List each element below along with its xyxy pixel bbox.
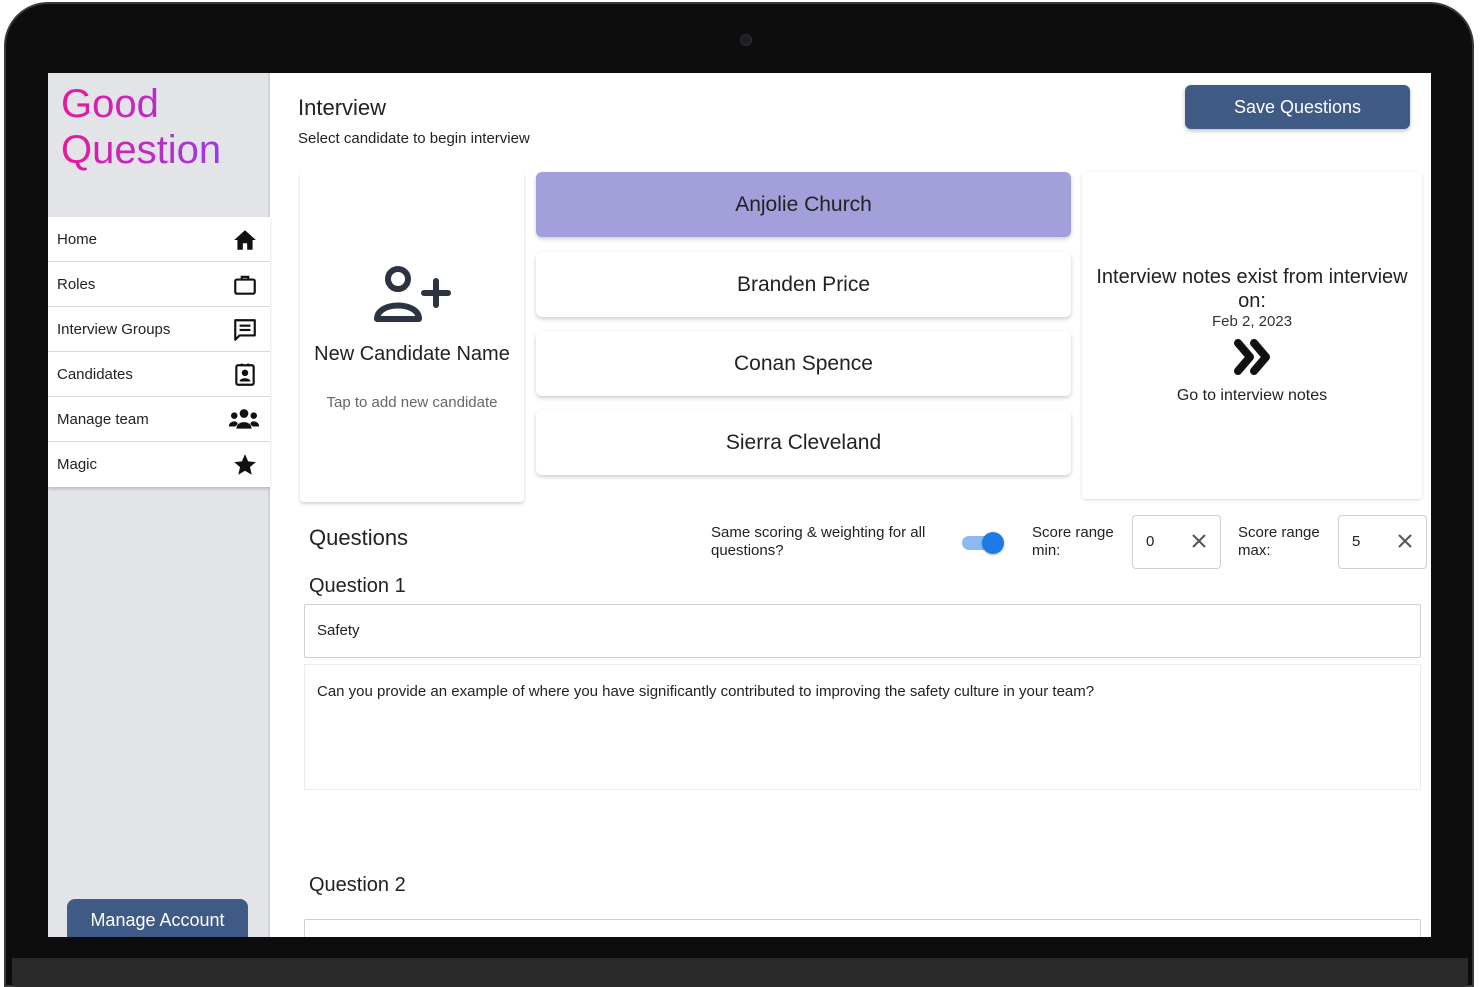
question-1-body-input[interactable]: Can you provide an example of where you …	[304, 664, 1421, 790]
app-logo: Good Question	[61, 81, 221, 173]
score-max-label: Score range max:	[1238, 524, 1320, 559]
sidebar-item-label: Home	[57, 230, 98, 248]
score-min-value: 0	[1146, 533, 1155, 550]
go-to-interview-notes-link[interactable]: Go to interview notes	[1082, 387, 1422, 405]
sidebar-item-manage-team[interactable]: Manage team	[48, 397, 270, 442]
sidebar-item-interview-groups[interactable]: Interview Groups	[48, 307, 270, 352]
new-candidate-card[interactable]: New Candidate Name Tap to add new candid…	[300, 172, 524, 502]
star-icon	[234, 454, 256, 475]
contact-card-icon	[235, 363, 255, 386]
sidebar-item-candidates[interactable]: Candidates	[48, 352, 270, 397]
sidebar-item-home[interactable]: Home	[48, 217, 270, 262]
question-2-title-input[interactable]	[304, 919, 1421, 937]
score-min-label: Score range min:	[1032, 524, 1114, 559]
sidebar: Good Question Home Roles Interview Group…	[48, 73, 270, 937]
same-scoring-label: Same scoring & weighting for all questio…	[711, 524, 926, 559]
toggle-knob	[982, 532, 1004, 554]
add-user-icon	[374, 266, 451, 322]
new-candidate-hint: Tap to add new candidate	[326, 394, 498, 411]
candidate-item-conan-spence[interactable]: Conan Spence	[536, 331, 1071, 396]
team-icon	[228, 409, 260, 429]
sidebar-item-label: Manage team	[57, 410, 149, 428]
logo-line-2: Question	[61, 128, 222, 172]
briefcase-icon	[234, 275, 256, 295]
home-icon	[234, 230, 256, 250]
sidebar-item-magic[interactable]: Magic	[48, 442, 270, 487]
score-max-value: 5	[1352, 533, 1361, 550]
sidebar-item-label: Candidates	[57, 365, 133, 383]
double-chevron-right-icon[interactable]	[1234, 339, 1274, 375]
save-questions-button[interactable]: Save Questions	[1185, 85, 1410, 129]
sidebar-item-label: Magic	[57, 456, 98, 473]
notes-date: Feb 2, 2023	[1211, 313, 1293, 330]
logo-line-1: Good	[61, 82, 159, 126]
sidebar-item-label: Roles	[57, 275, 96, 293]
camera	[740, 34, 752, 46]
page-title: Interview	[298, 95, 387, 120]
sidebar-item-label: Interview Groups	[57, 320, 171, 338]
questions-heading: Questions	[309, 525, 409, 550]
notes-title: Interview notes exist from interview on:	[1096, 266, 1408, 312]
question-1-title-value: Safety	[317, 622, 360, 639]
main-content: Interview Select candidate to begin inte…	[272, 73, 1431, 937]
sidebar-nav: Home Roles Interview Groups Candidates M…	[48, 217, 270, 487]
laptop-base	[12, 958, 1468, 987]
candidate-item-branden-price[interactable]: Branden Price	[536, 252, 1071, 317]
new-candidate-name: New Candidate Name	[314, 343, 510, 365]
clear-icon[interactable]	[1396, 532, 1414, 550]
question-1-label: Question 1	[309, 575, 406, 597]
page-subtitle: Select candidate to begin interview	[298, 130, 530, 147]
score-max-input[interactable]: 5	[1338, 515, 1427, 569]
manage-account-button[interactable]: Manage Account	[67, 899, 248, 937]
candidate-item-anjolie-church[interactable]: Anjolie Church	[536, 172, 1071, 237]
app-screen: Good Question Home Roles Interview Group…	[48, 73, 1431, 937]
interview-notes-card: Interview notes exist from interview on:…	[1082, 172, 1422, 499]
candidate-item-sierra-cleveland[interactable]: Sierra Cleveland	[536, 410, 1071, 475]
clear-icon[interactable]	[1190, 532, 1208, 550]
question-2-label: Question 2	[309, 874, 406, 896]
question-1-body-value: Can you provide an example of where you …	[317, 683, 1095, 700]
question-1-title-input[interactable]: Safety	[304, 604, 1421, 658]
chat-icon	[234, 319, 256, 341]
sidebar-item-roles[interactable]: Roles	[48, 262, 270, 307]
same-scoring-toggle[interactable]	[962, 532, 1004, 554]
score-min-input[interactable]: 0	[1132, 515, 1221, 569]
